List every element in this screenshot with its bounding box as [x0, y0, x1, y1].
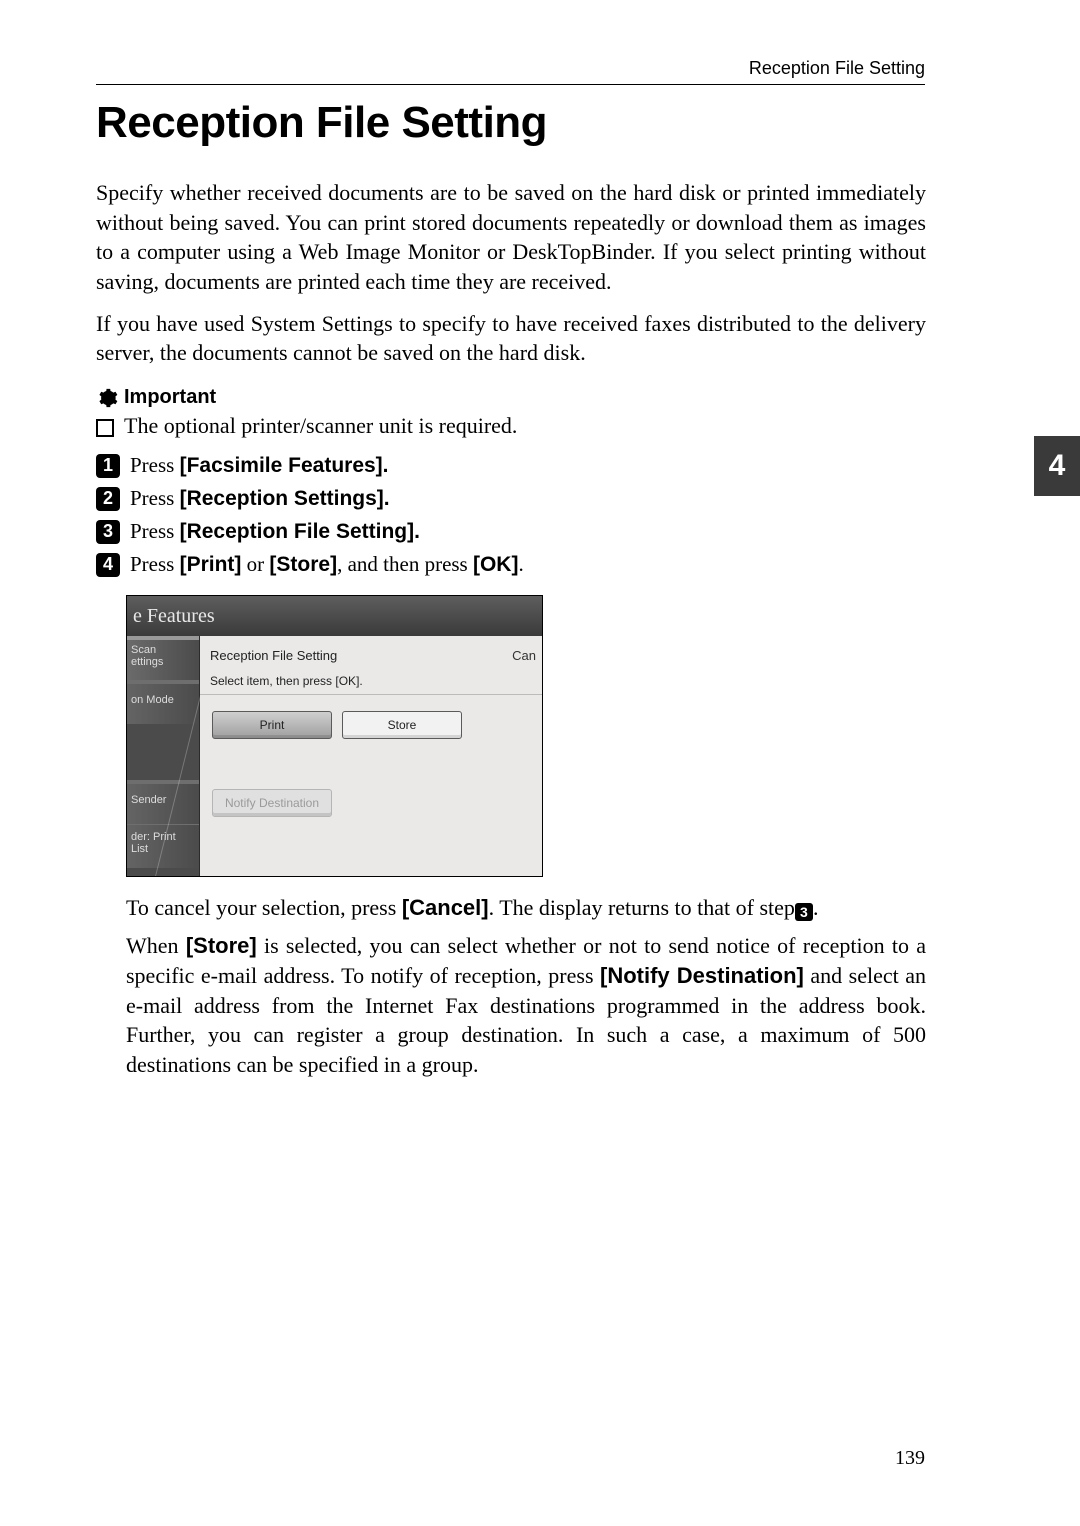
step-2-press: Press [130, 486, 180, 510]
step-4-then: , and then press [337, 552, 473, 576]
ui-side-scan[interactable]: Scan ettings [127, 636, 199, 680]
intro-paragraph-1: Specify whether received documents are t… [96, 178, 926, 297]
checkbox-icon [96, 419, 114, 437]
ui-main-buttons: Print Store [200, 695, 542, 739]
important-bullet-text: The optional printer/scanner unit is req… [124, 413, 517, 439]
cancel-c: . The display returns to that of step [489, 895, 795, 920]
step-4-store: [Store] [269, 553, 337, 576]
step-3: 3 Press [Reception File Setting]. [96, 519, 926, 544]
header-rule [96, 84, 925, 85]
step-4: 4 Press [Print] or [Store], and then pre… [96, 552, 926, 577]
ui-titlebar: e Features [127, 596, 542, 636]
important-bullet: The optional printer/scanner unit is req… [96, 413, 926, 439]
step-number-2: 2 [96, 487, 120, 511]
step-1-press: Press [130, 453, 180, 477]
running-header: Reception File Setting [749, 58, 925, 79]
store-b: [Store] [186, 933, 257, 958]
store-instruction: When [Store] is selected, you can select… [126, 931, 926, 1079]
step-number-4: 4 [96, 553, 120, 577]
page-number: 139 [895, 1447, 925, 1470]
intro-paragraph-2: If you have used System Settings to spec… [96, 309, 926, 368]
cancel-d: . [813, 895, 819, 920]
step-1-text: Press [Facsimile Features]. [130, 453, 389, 478]
step-2: 2 Press [Reception Settings]. [96, 486, 926, 511]
ui-main-title: Reception File Setting [210, 648, 337, 663]
page: Reception File Setting 4 Reception File … [0, 0, 1080, 1526]
store-a: When [126, 933, 186, 958]
ui-side-scan-line2: ettings [131, 656, 163, 668]
step-4-ok: [OK] [473, 553, 519, 576]
ui-main-subtitle: Select item, then press [OK]. [200, 670, 542, 695]
step-4-print: [Print] [180, 553, 242, 576]
step-4-period: . [518, 552, 523, 576]
cancel-instruction: To cancel your selection, press [Cancel]… [126, 895, 926, 921]
ui-side-scan-line1: Scan [131, 644, 195, 656]
important-heading: Important [96, 386, 926, 409]
ui-main: Reception File Setting Can Select item, … [200, 636, 542, 876]
step-4-press: Press [130, 552, 180, 576]
chapter-tab: 4 [1034, 436, 1080, 496]
important-label: Important [124, 386, 216, 409]
content-area: Reception File Setting Specify whether r… [96, 98, 926, 1080]
ui-body: Scan ettings on Mode Sender der: Print L… [127, 636, 542, 876]
step-ref-icon: 3 [795, 903, 813, 921]
ui-side-spacer [127, 724, 199, 780]
step-2-text: Press [Reception Settings]. [130, 486, 390, 511]
cancel-a: To cancel your selection, press [126, 895, 402, 920]
print-button[interactable]: Print [212, 711, 332, 739]
step-3-press: Press [130, 519, 180, 543]
step-1-key: [Facsimile Features]. [180, 454, 389, 477]
notify-destination-button: Notify Destination [212, 789, 332, 817]
step-number-1: 1 [96, 454, 120, 478]
store-button[interactable]: Store [342, 711, 462, 739]
ui-side-mode[interactable]: on Mode [127, 680, 199, 724]
step-2-key: [Reception Settings]. [180, 487, 390, 510]
step-4-or: or [241, 552, 269, 576]
ui-main-header: Reception File Setting Can [200, 636, 542, 670]
step-3-text: Press [Reception File Setting]. [130, 519, 420, 544]
step-3-key: [Reception File Setting]. [180, 520, 420, 543]
step-1: 1 Press [Facsimile Features]. [96, 453, 926, 478]
ui-cancel-fragment[interactable]: Can [512, 648, 536, 663]
ui-side-sender[interactable]: Sender [127, 780, 199, 824]
step-number-3: 3 [96, 520, 120, 544]
gear-icon [96, 387, 118, 409]
embedded-ui-panel: e Features Scan ettings on Mode Sender d… [126, 595, 543, 877]
page-title: Reception File Setting [96, 98, 926, 148]
ui-notify-row: Notify Destination [200, 739, 542, 817]
store-d: [Notify Destination] [600, 963, 804, 988]
ui-sidebar: Scan ettings on Mode Sender der: Print L… [127, 636, 200, 876]
cancel-b: [Cancel] [402, 895, 489, 920]
step-4-text: Press [Print] or [Store], and then press… [130, 552, 524, 577]
